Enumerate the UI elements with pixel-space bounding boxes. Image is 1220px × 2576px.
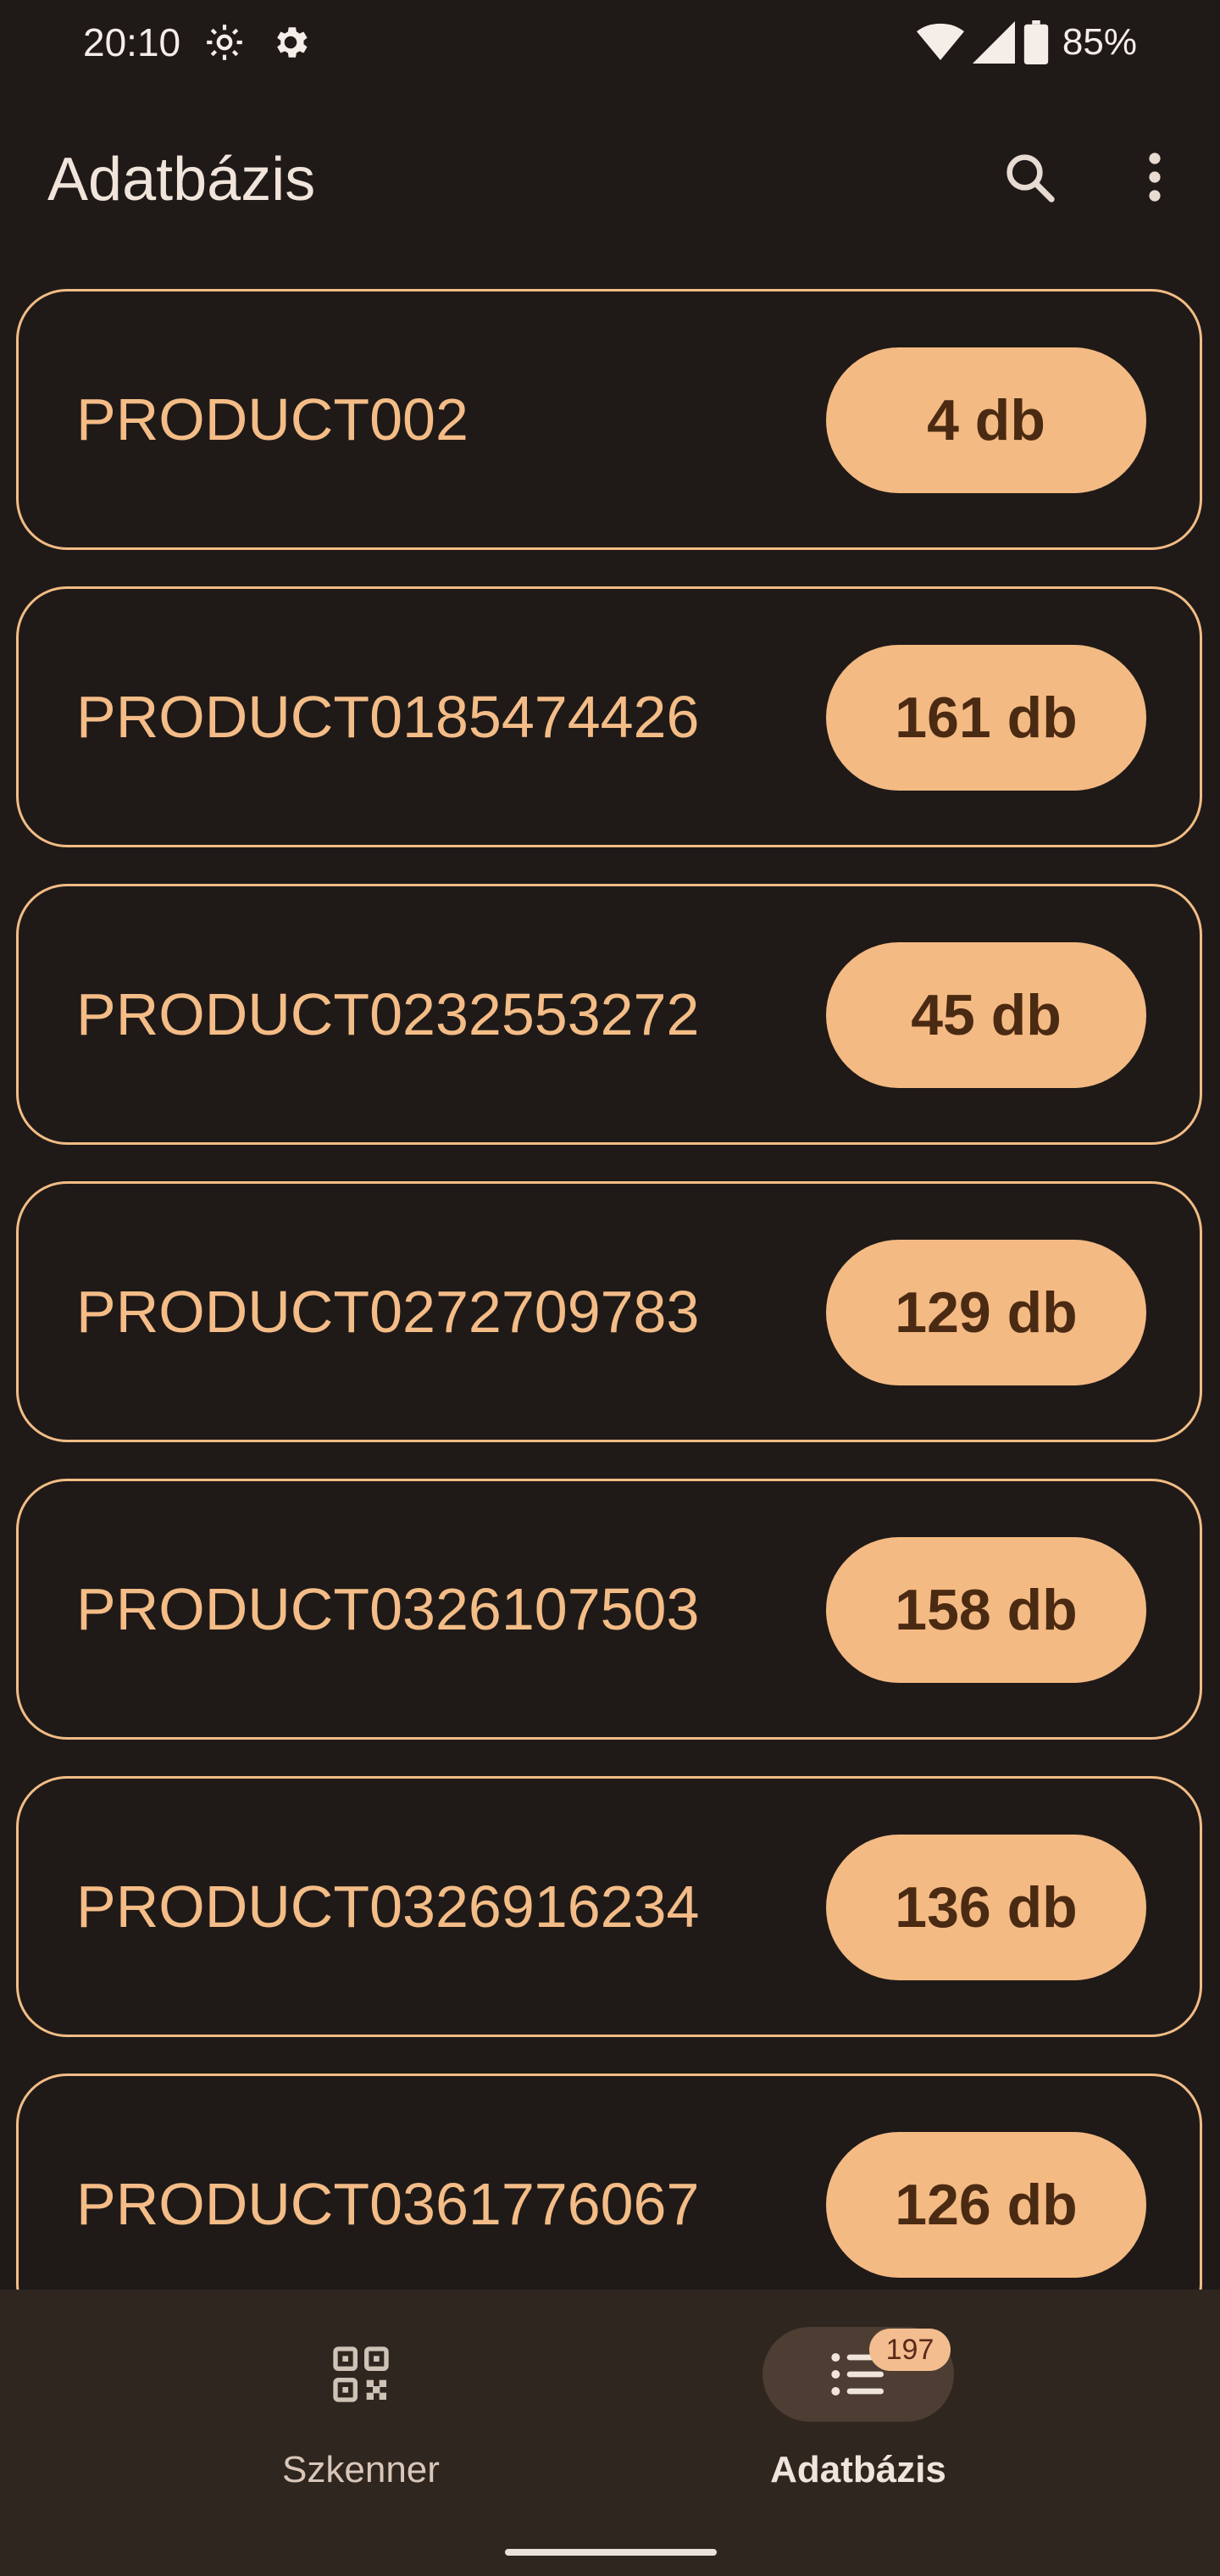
status-bar: 20:10 85% bbox=[0, 0, 1220, 85]
product-card[interactable]: PRODUCT002 4 db bbox=[16, 289, 1202, 550]
product-name: PRODUCT0361776067 bbox=[76, 2171, 700, 2237]
product-quantity-badge: 45 db bbox=[826, 942, 1146, 1088]
page-title: Adatbázis bbox=[47, 146, 316, 214]
product-name: PRODUCT0185474426 bbox=[76, 684, 700, 750]
notification-badge: 197 bbox=[869, 2329, 951, 2371]
bottom-navigation: Szkenner Adatbázis bbox=[0, 2290, 1220, 2576]
product-quantity-badge: 126 db bbox=[826, 2132, 1146, 2278]
more-vert-icon bbox=[1149, 153, 1161, 202]
nav-item-adatbazis[interactable]: Adatbázis bbox=[678, 2323, 1051, 2510]
product-name: PRODUCT0326107503 bbox=[76, 1576, 700, 1642]
product-card[interactable]: PRODUCT0326916234 136 db bbox=[16, 1776, 1202, 2037]
status-time: 20:10 bbox=[83, 20, 181, 64]
product-name: PRODUCT002 bbox=[76, 386, 469, 452]
cellular-signal-icon bbox=[972, 21, 1015, 64]
home-indicator[interactable] bbox=[505, 2549, 717, 2556]
battery-icon bbox=[1023, 20, 1049, 64]
product-card[interactable]: PRODUCT0185474426 161 db bbox=[16, 586, 1202, 847]
search-icon bbox=[1006, 154, 1055, 203]
product-quantity-badge: 129 db bbox=[826, 1240, 1146, 1385]
product-card[interactable]: PRODUCT0326107503 158 db bbox=[16, 1479, 1202, 1740]
settings-icon bbox=[277, 27, 308, 58]
more-options-button[interactable] bbox=[1108, 130, 1201, 224]
product-quantity-badge: 158 db bbox=[826, 1537, 1146, 1683]
product-name: PRODUCT0232553272 bbox=[76, 981, 700, 1047]
nav-label-szkenner: Szkenner bbox=[282, 2449, 440, 2490]
qr-scanner-icon bbox=[333, 2346, 389, 2402]
settings-gear-icon bbox=[207, 25, 242, 60]
product-name: PRODUCT0326916234 bbox=[76, 1874, 700, 1940]
product-card[interactable]: PRODUCT0232553272 45 db bbox=[16, 884, 1202, 1145]
wifi-icon bbox=[916, 23, 964, 60]
top-app-bar: Adatbázis bbox=[0, 119, 1220, 237]
product-list[interactable]: PRODUCT002 4 db PRODUCT0185474426 161 db… bbox=[0, 288, 1220, 2290]
product-card[interactable]: PRODUCT0272709783 129 db bbox=[16, 1181, 1202, 1442]
product-name: PRODUCT0272709783 bbox=[76, 1279, 700, 1345]
product-quantity-badge: 161 db bbox=[826, 645, 1146, 791]
product-quantity-badge: 136 db bbox=[826, 1835, 1146, 1980]
product-card[interactable]: PRODUCT0361776067 126 db bbox=[16, 2074, 1202, 2290]
nav-item-szkenner[interactable]: Szkenner bbox=[180, 2323, 553, 2510]
battery-percentage: 85% bbox=[1062, 21, 1137, 63]
status-indicators: 85% bbox=[916, 15, 1137, 69]
search-button[interactable] bbox=[983, 130, 1076, 224]
product-quantity-badge: 4 db bbox=[826, 347, 1146, 493]
nav-label-adatbazis: Adatbázis bbox=[770, 2449, 946, 2490]
